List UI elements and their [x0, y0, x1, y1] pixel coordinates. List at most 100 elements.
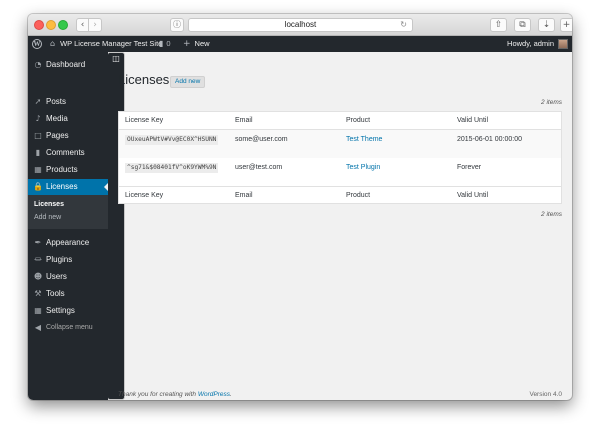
menu-item-users[interactable]: ☻ Users [28, 269, 108, 285]
email-cell: user@test.com [235, 164, 283, 171]
license-key[interactable]: ^sg71&$08401fV^oK9YWM%9N [125, 163, 219, 173]
menu-item-plugins[interactable]: ⏛ Plugins [28, 252, 108, 268]
back-icon[interactable]: ‹ [76, 18, 89, 32]
menu-item-appearance[interactable]: ✒ Appearance [28, 235, 108, 251]
add-new-button[interactable]: Add new [170, 76, 206, 88]
footer-thanks: Thank you for creating with WordPress. [118, 391, 232, 398]
column-footer-email: Email [235, 192, 253, 199]
menu-item-comments[interactable]: ▮ Comments [28, 145, 108, 161]
zoom-window-button[interactable] [58, 20, 68, 30]
new-tab-icon[interactable]: + [560, 18, 572, 32]
column-header-email: Email [235, 117, 253, 124]
valid-until-cell: Forever [457, 164, 482, 171]
share-icon[interactable]: ⇧ [490, 18, 507, 32]
column-footer-valid-until: Valid Until [457, 192, 488, 199]
page-title: Licenses [118, 72, 170, 87]
wp-admin-bar: W ⌂ WP License Manager Test Site ▮ 0 + New … [28, 36, 572, 52]
license-key[interactable]: OUxeuAPWtV#Vv@EC0X^HSUNN [125, 135, 219, 145]
info-icon[interactable]: ⓘ [170, 18, 184, 32]
minimize-window-button[interactable] [46, 20, 56, 30]
column-header-valid-until: Valid Until [457, 117, 488, 124]
menu-item-label: Appearance [46, 238, 90, 247]
licenses-submenu: Licenses Add new [28, 195, 108, 229]
menu-item-products[interactable]: ▦ Products [28, 162, 108, 178]
collapse-arrow-icon: ◀ [34, 323, 42, 332]
paintbrush-icon: ✒ [34, 238, 42, 247]
comment-bubble-icon: ▮ [159, 39, 164, 48]
menu-item-label: Plugins [46, 255, 73, 264]
item-count: 2 items [541, 99, 562, 106]
comments-count: 0 [166, 39, 171, 48]
column-footer-product: Product [346, 192, 371, 199]
menu-item-label: Users [46, 272, 67, 281]
pages-icon: □ [34, 131, 42, 140]
footer-thanks-text: Thank you for creating with [118, 391, 198, 398]
table-row: ^sg71&$08401fV^oK9YWM%9N user@test.com T… [119, 158, 561, 186]
plugin-icon: ⏛ [34, 255, 42, 264]
browser-toolbar: ‹ › ◫ ⓘ localhost ↻ ⇧ ⧉ ⇣ + [28, 14, 572, 400]
menu-item-label: Settings [46, 306, 75, 315]
lock-icon: 🔒 [33, 182, 43, 191]
comment-icon: ▮ [35, 148, 41, 157]
table-header: License Key Email Product Valid Until [119, 112, 561, 130]
menu-item-dashboard[interactable]: ◔ Dashboard [28, 57, 108, 73]
products-icon: ▦ [34, 165, 42, 174]
submenu-licenses[interactable]: Licenses [34, 199, 64, 211]
menu-item-posts[interactable]: ➚ Posts [28, 94, 108, 110]
footer-version: Version 4.0 [529, 391, 562, 398]
submenu-add-new[interactable]: Add new [34, 212, 61, 224]
valid-until-cell: 2015-06-01 00:00:00 [457, 136, 522, 143]
address-bar[interactable]: localhost ↻ [188, 18, 413, 32]
menu-item-licenses[interactable]: 🔒 Licenses [28, 179, 108, 195]
item-count-bottom: 2 items [541, 211, 562, 218]
menu-item-label: Dashboard [46, 60, 86, 69]
admin-bar-site-link[interactable]: ⌂ WP License Manager Test Site [50, 36, 162, 52]
menu-item-label: Media [46, 114, 68, 123]
product-link[interactable]: Test Theme [346, 130, 382, 149]
main-content: Licenses Add new 2 items License Key Ema… [108, 52, 572, 400]
wordpress-link[interactable]: WordPress [198, 391, 230, 398]
menu-item-media[interactable]: ♪ Media [28, 111, 108, 127]
license-key-cell: OUxeuAPWtV#Vv@EC0X^HSUNN [125, 130, 219, 149]
pushpin-icon: ➚ [34, 97, 42, 106]
footer-thanks-suffix: . [230, 391, 232, 398]
menu-item-label: Pages [46, 131, 69, 140]
wordpress-logo-icon[interactable]: W [32, 36, 42, 52]
column-header-product: Product [346, 117, 371, 124]
avatar[interactable] [558, 39, 568, 49]
product-link[interactable]: Test Plugin [346, 158, 380, 177]
admin-menu: ◔ Dashboard ➚ Posts ♪ Media □ Pages ▮ Co… [28, 52, 108, 400]
menu-item-label: Products [46, 165, 78, 174]
site-name: WP License Manager Test Site [60, 39, 163, 48]
menu-item-tools[interactable]: ⚒ Tools [28, 286, 108, 302]
menu-item-pages[interactable]: □ Pages [28, 128, 108, 144]
new-label: New [194, 39, 210, 48]
settings-icon: ▦ [34, 306, 42, 315]
column-footer-license-key: License Key [125, 192, 164, 199]
tabs-overview-icon[interactable]: ⧉ [514, 18, 531, 32]
menu-item-label: Comments [46, 148, 85, 157]
menu-item-settings[interactable]: ▦ Settings [28, 303, 108, 319]
downloads-icon[interactable]: ⇣ [538, 18, 555, 32]
admin-bar-comments[interactable]: ▮ 0 [159, 36, 171, 52]
licenses-table: License Key Email Product Valid Until OU… [118, 111, 562, 204]
table-row: OUxeuAPWtV#Vv@EC0X^HSUNN some@user.com T… [119, 130, 561, 158]
dashboard-icon: ◔ [34, 60, 42, 69]
home-icon: ⌂ [50, 39, 56, 48]
table-footer: License Key Email Product Valid Until [119, 186, 561, 204]
admin-bar-howdy[interactable]: Howdy, admin [507, 36, 554, 52]
close-window-button[interactable] [34, 20, 44, 30]
collapse-menu-label: Collapse menu [46, 324, 93, 331]
browser-window: ‹ › ◫ ⓘ localhost ↻ ⇧ ⧉ ⇣ + W ⌂ WP Licens… [28, 14, 572, 400]
menu-item-label: Posts [46, 97, 67, 106]
menu-item-label: Tools [46, 289, 65, 298]
wrench-icon: ⚒ [34, 289, 42, 298]
collapse-menu-button[interactable]: ◀ Collapse menu [28, 320, 108, 336]
forward-icon[interactable]: › [89, 18, 102, 32]
admin-bar-new[interactable]: + New [183, 36, 210, 52]
license-key-cell: ^sg71&$08401fV^oK9YWM%9N [125, 158, 219, 177]
user-icon: ☻ [33, 272, 43, 281]
reload-icon[interactable]: ↻ [400, 19, 407, 31]
email-cell: some@user.com [235, 136, 288, 143]
menu-item-label: Licenses [46, 182, 78, 191]
